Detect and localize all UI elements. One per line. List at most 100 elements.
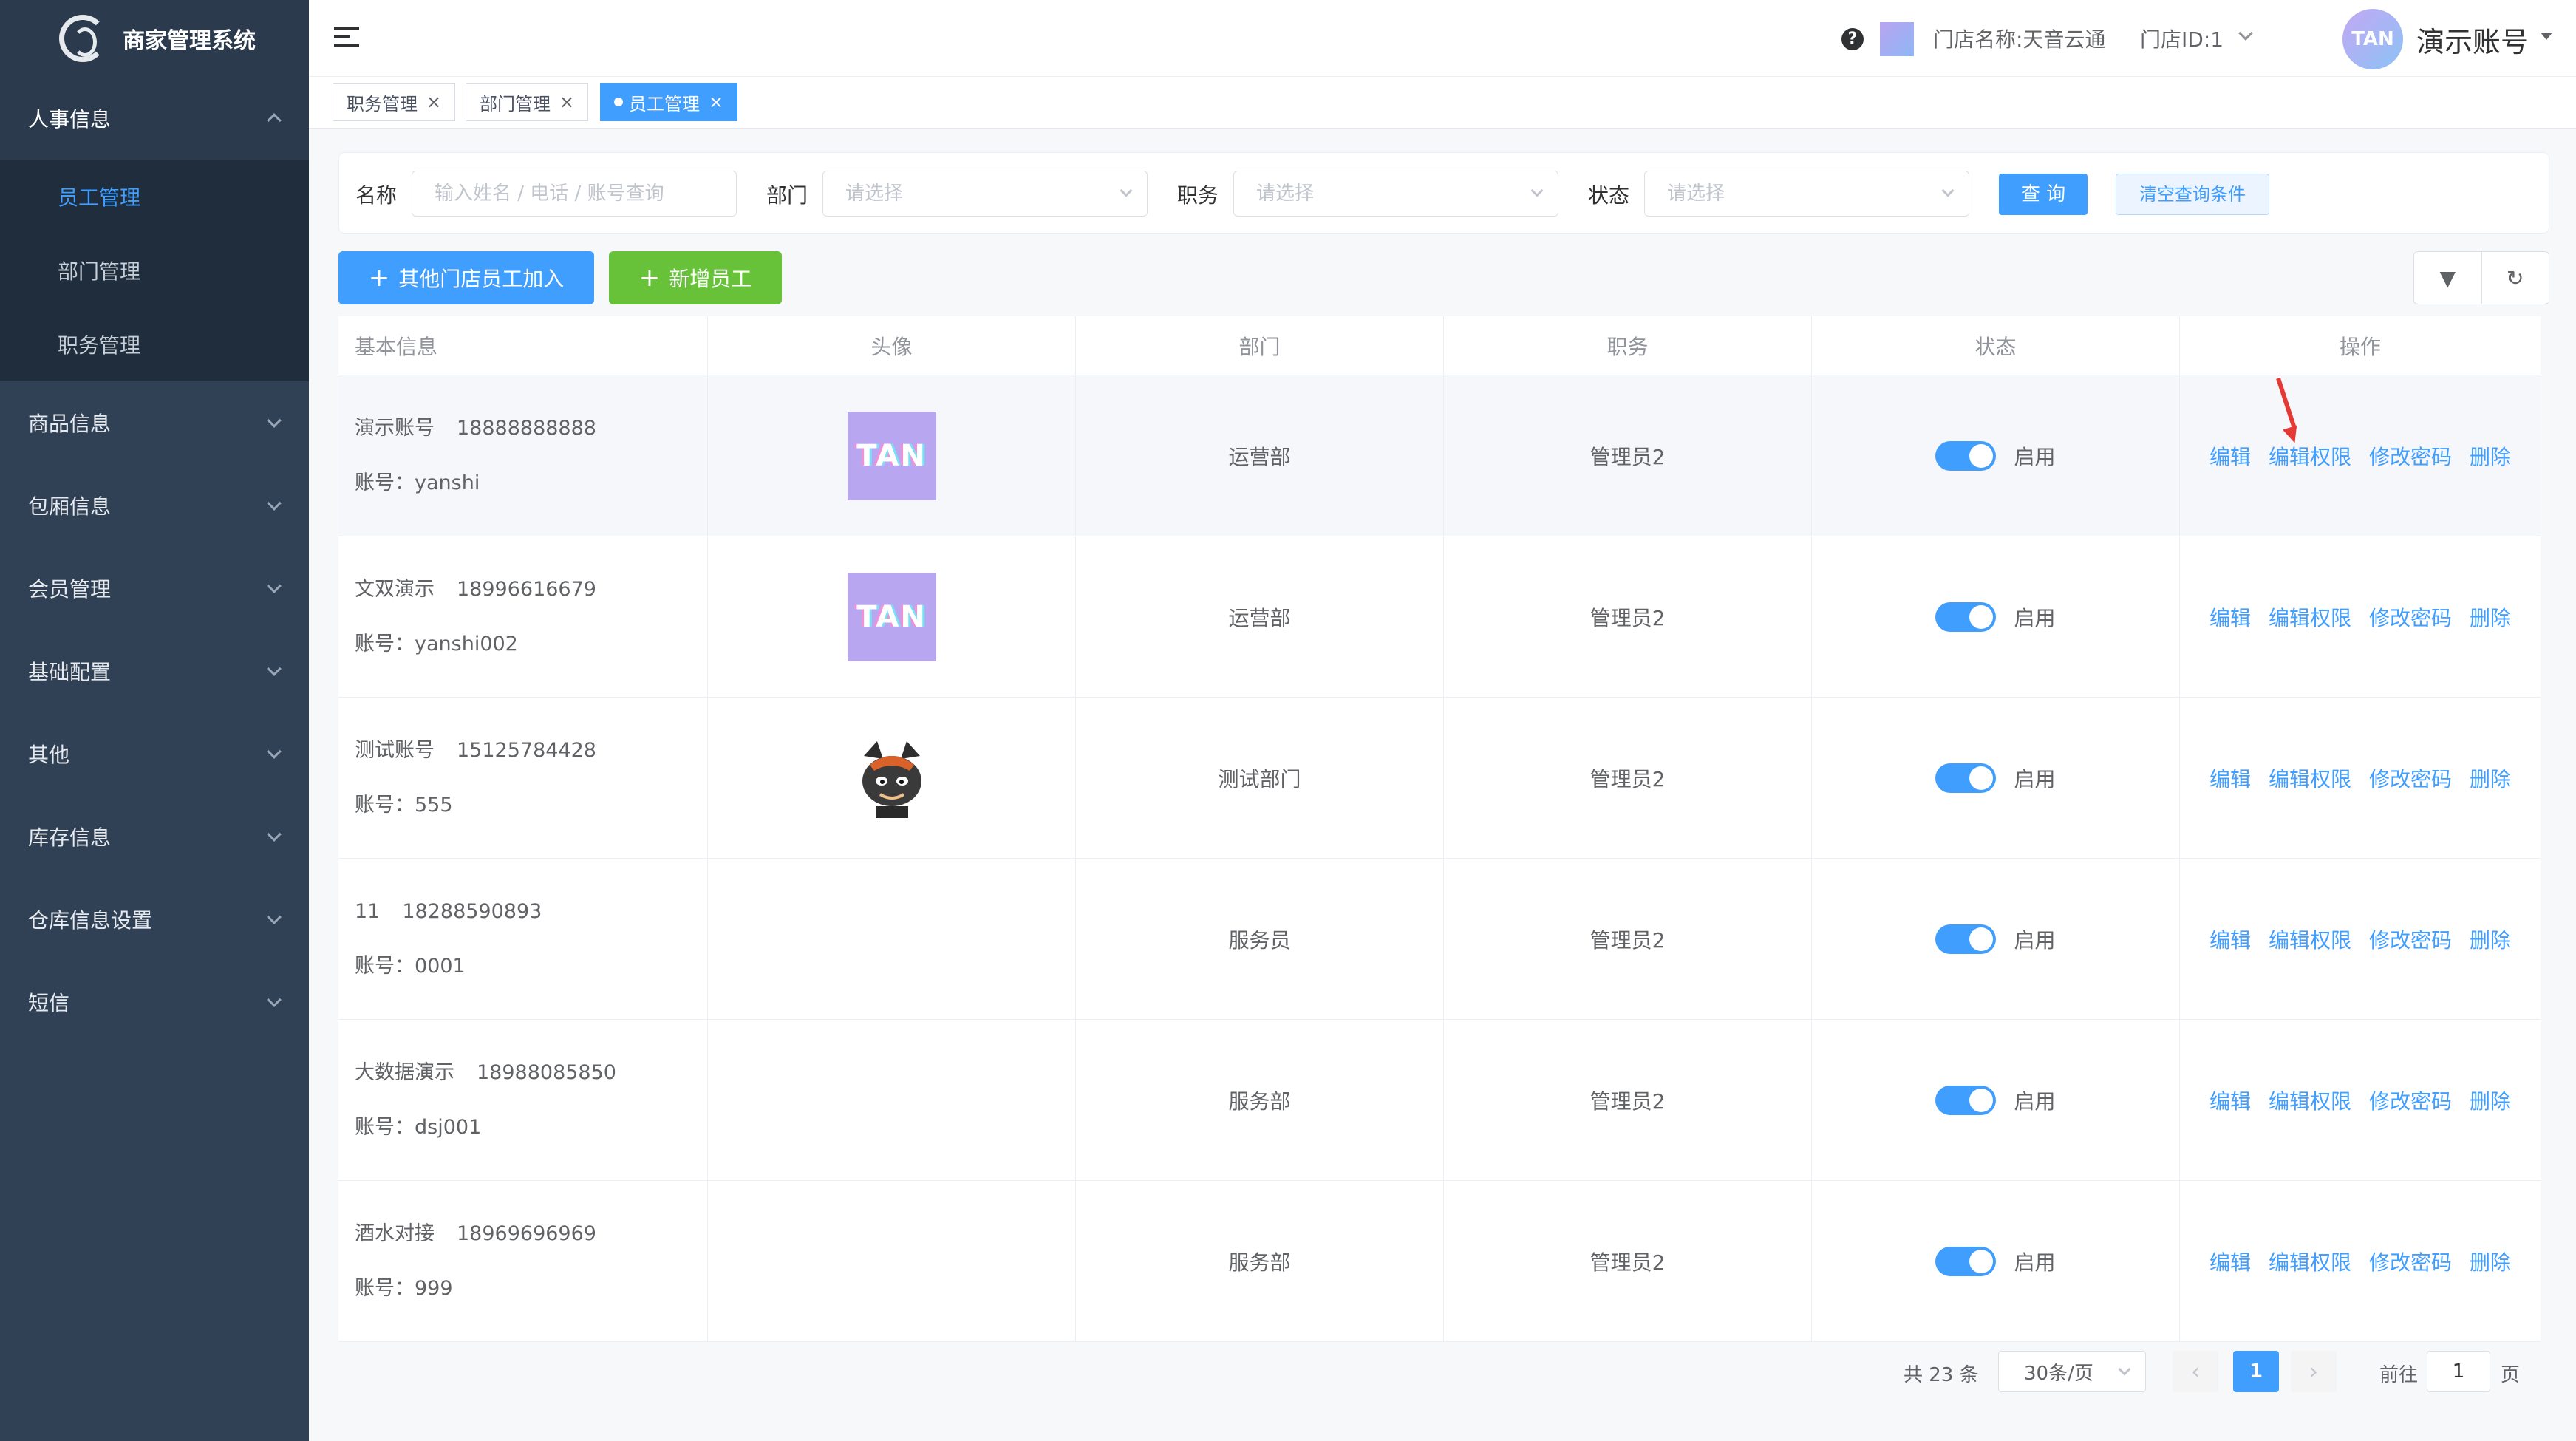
change-password-link[interactable]: 修改密码: [2369, 441, 2452, 471]
employee-account: dsj001: [415, 1115, 482, 1139]
edit-permissions-link[interactable]: 编辑权限: [2269, 602, 2351, 632]
account-prefix: 账号：: [355, 954, 415, 978]
menu-group-goods[interactable]: 商品信息: [0, 381, 309, 464]
menu-group-stock[interactable]: 库存信息: [0, 795, 309, 878]
chevron-down-icon: [267, 992, 282, 1007]
prev-page-button[interactable]: ‹: [2173, 1351, 2218, 1392]
menu-group-label: 其他: [28, 743, 70, 767]
sidebar-item-department[interactable]: 部门管理: [0, 234, 309, 307]
next-page-button[interactable]: ›: [2291, 1351, 2337, 1392]
edit-permissions-link[interactable]: 编辑权限: [2269, 1247, 2351, 1276]
delete-link[interactable]: 删除: [2470, 441, 2511, 471]
change-password-link[interactable]: 修改密码: [2369, 1247, 2452, 1276]
goto-page-input[interactable]: 1: [2427, 1351, 2490, 1392]
table-row: 测试账号 15125784428 账号：555 测试部门 管理员2 启用 编辑 编辑权限 修改密…: [338, 698, 2541, 859]
change-password-link[interactable]: 修改密码: [2369, 1086, 2452, 1115]
edit-link[interactable]: 编辑: [2209, 602, 2251, 632]
delete-link[interactable]: 删除: [2470, 1247, 2511, 1276]
chevron-down-icon[interactable]: [2238, 26, 2253, 41]
avatar[interactable]: TAN: [2342, 9, 2403, 69]
clear-filters-button[interactable]: 清空查询条件: [2116, 174, 2269, 215]
chevron-down-icon: [267, 827, 282, 842]
page-size-select[interactable]: 30条/页: [1998, 1351, 2146, 1392]
edit-permissions-link[interactable]: 编辑权限: [2269, 1086, 2351, 1115]
caret-down-icon[interactable]: [2541, 33, 2552, 40]
tab-employee[interactable]: 员工管理 ×: [600, 83, 738, 121]
filter-icon[interactable]: ▼: [2414, 252, 2481, 304]
edit-permissions-link[interactable]: 编辑权限: [2269, 924, 2351, 954]
account-name[interactable]: 演示账号: [2416, 19, 2529, 60]
account-prefix: 账号：: [355, 1276, 415, 1300]
status-toggle[interactable]: [1935, 440, 1997, 471]
edit-link[interactable]: 编辑: [2209, 441, 2251, 471]
account-prefix: 账号：: [355, 632, 415, 655]
tab-department[interactable]: 部门管理 ×: [466, 83, 589, 121]
menu-group-members[interactable]: 会员管理: [0, 547, 309, 630]
sidebar-item-employee[interactable]: 员工管理: [0, 160, 309, 234]
status-toggle[interactable]: [1935, 602, 1997, 632]
help-icon[interactable]: ?: [1841, 28, 1864, 50]
join-other-store-button[interactable]: + 其他门店员工加入: [338, 251, 594, 304]
menu-toggle-icon[interactable]: [334, 27, 359, 47]
edit-link[interactable]: 编辑: [2209, 763, 2251, 793]
avatar-cell: TAN: [708, 375, 1076, 536]
menu-group-config[interactable]: 基础配置: [0, 630, 309, 712]
chevron-down-icon: [1530, 184, 1544, 197]
store-id-select[interactable]: 门店ID:1: [2140, 24, 2224, 53]
employee-name: 文双演示: [355, 577, 435, 601]
menu-group-sms[interactable]: 短信: [0, 961, 309, 1043]
close-icon[interactable]: ×: [426, 92, 441, 112]
name-search-input[interactable]: 输入姓名 / 电话 / 账号查询: [412, 171, 737, 217]
employee-account: 555: [415, 793, 453, 817]
avatar-cell: [708, 1181, 1076, 1341]
edit-permissions-link[interactable]: 编辑权限: [2269, 763, 2351, 793]
status-cell: 启用: [1812, 1020, 2180, 1180]
close-icon[interactable]: ×: [559, 92, 574, 112]
status-toggle[interactable]: [1935, 924, 1997, 954]
basic-info-cell: 文双演示 18996616679 账号：yanshi002: [338, 536, 708, 697]
menu-group-warehouse[interactable]: 仓库信息设置: [0, 878, 309, 961]
delete-link[interactable]: 删除: [2470, 763, 2511, 793]
dept-select[interactable]: 请选择: [822, 171, 1148, 217]
change-password-link[interactable]: 修改密码: [2369, 602, 2452, 632]
name-phone-line: 演示账号 18888888888: [355, 401, 596, 456]
avatar-text: TAN: [856, 438, 927, 473]
basic-info-cell: 大数据演示 18988085850 账号：dsj001: [338, 1020, 708, 1180]
add-employee-button[interactable]: + 新增员工: [609, 251, 782, 304]
menu-group-hr[interactable]: 人事信息: [0, 77, 309, 160]
sidebar-item-position[interactable]: 职务管理: [0, 307, 309, 381]
query-button[interactable]: 查 询: [1999, 174, 2088, 215]
status-text: 启用: [2014, 927, 2056, 953]
change-password-link[interactable]: 修改密码: [2369, 763, 2452, 793]
refresh-icon[interactable]: ↻: [2481, 252, 2549, 304]
status-toggle[interactable]: [1935, 1246, 1997, 1276]
position-select-placeholder: 请选择: [1256, 183, 1315, 205]
delete-link[interactable]: 删除: [2470, 1086, 2511, 1115]
change-password-link[interactable]: 修改密码: [2369, 924, 2452, 954]
chevron-down-icon: [1120, 184, 1133, 197]
account-prefix: 账号：: [355, 471, 415, 494]
menu-group-rooms[interactable]: 包厢信息: [0, 464, 309, 547]
edit-permissions-link[interactable]: 编辑权限: [2269, 441, 2351, 471]
menu-group-other[interactable]: 其他: [0, 712, 309, 795]
basic-info-cell: 测试账号 15125784428 账号：555: [338, 698, 708, 858]
tab-position[interactable]: 职务管理 ×: [333, 83, 456, 121]
app-logo[interactable]: 商家管理系统: [0, 0, 309, 77]
page-number-current[interactable]: 1: [2233, 1351, 2279, 1392]
position-select[interactable]: 请选择: [1233, 171, 1558, 217]
status-toggle[interactable]: [1935, 1085, 1997, 1115]
edit-link[interactable]: 编辑: [2209, 1247, 2251, 1276]
edit-link[interactable]: 编辑: [2209, 1086, 2251, 1115]
delete-link[interactable]: 删除: [2470, 924, 2511, 954]
close-icon[interactable]: ×: [709, 92, 723, 112]
status-select[interactable]: 请选择: [1644, 171, 1969, 217]
delete-link[interactable]: 删除: [2470, 602, 2511, 632]
table-row: 大数据演示 18988085850 账号：dsj001 服务部 管理员2 启用 编辑 编辑权限…: [338, 1020, 2541, 1181]
status-toggle[interactable]: [1935, 763, 1997, 793]
operations-cell: 编辑 编辑权限 修改密码 删除: [2180, 1020, 2541, 1180]
status-text: 启用: [2014, 766, 2056, 791]
position-cell: 管理员2: [1444, 1181, 1812, 1341]
store-thumbnail: [1880, 22, 1914, 56]
edit-link[interactable]: 编辑: [2209, 924, 2251, 954]
status-text: 启用: [2014, 605, 2056, 630]
